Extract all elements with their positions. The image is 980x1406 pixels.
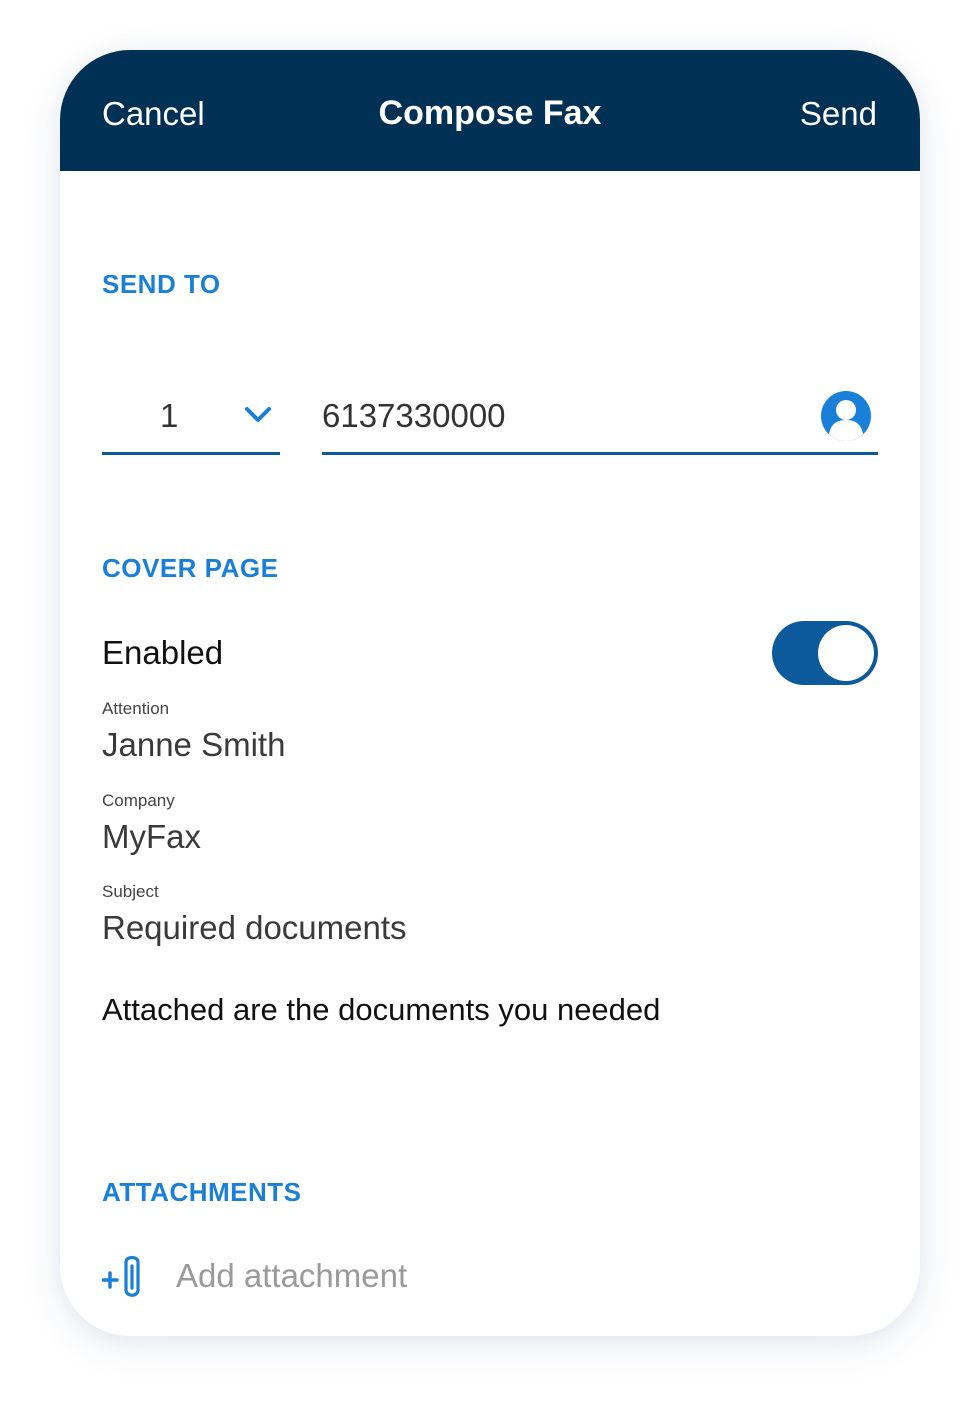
cover-message-field[interactable]: Attached are the documents you needed — [102, 990, 660, 1030]
chevron-down-icon — [245, 407, 271, 422]
cover-page-toggle[interactable] — [772, 621, 878, 685]
enabled-label: Enabled — [102, 634, 224, 671]
add-attachment-button[interactable]: Add attachment — [102, 1254, 602, 1300]
contact-person-icon[interactable] — [820, 390, 872, 442]
send-to-header: SEND TO — [102, 269, 221, 299]
fax-number-value: 6137330000 — [322, 397, 506, 434]
attention-field[interactable]: Janne Smith — [102, 725, 285, 765]
fax-number-input[interactable]: 6137330000 — [322, 390, 878, 455]
cover-page-header: COVER PAGE — [102, 553, 279, 583]
company-field[interactable]: MyFax — [102, 817, 201, 857]
company-label: Company — [102, 791, 175, 810]
attachments-header: ATTACHMENTS — [102, 1177, 302, 1207]
country-code-value: 1 — [160, 397, 179, 434]
country-code-select[interactable]: 1 — [102, 390, 280, 455]
attention-label: Attention — [102, 699, 170, 718]
toggle-knob — [818, 625, 874, 681]
page-title: Compose Fax — [378, 94, 602, 132]
subject-field[interactable]: Required documents — [102, 908, 407, 948]
add-attachment-label: Add attachment — [176, 1257, 408, 1294]
add-paperclip-icon — [102, 1256, 140, 1297]
send-button[interactable]: Send — [800, 94, 877, 134]
navigation-bar: Cancel Compose Fax Send — [60, 50, 920, 171]
subject-label: Subject — [102, 882, 159, 901]
compose-fax-card: Cancel Compose Fax Send SEND TO 1 613733… — [60, 50, 920, 1336]
